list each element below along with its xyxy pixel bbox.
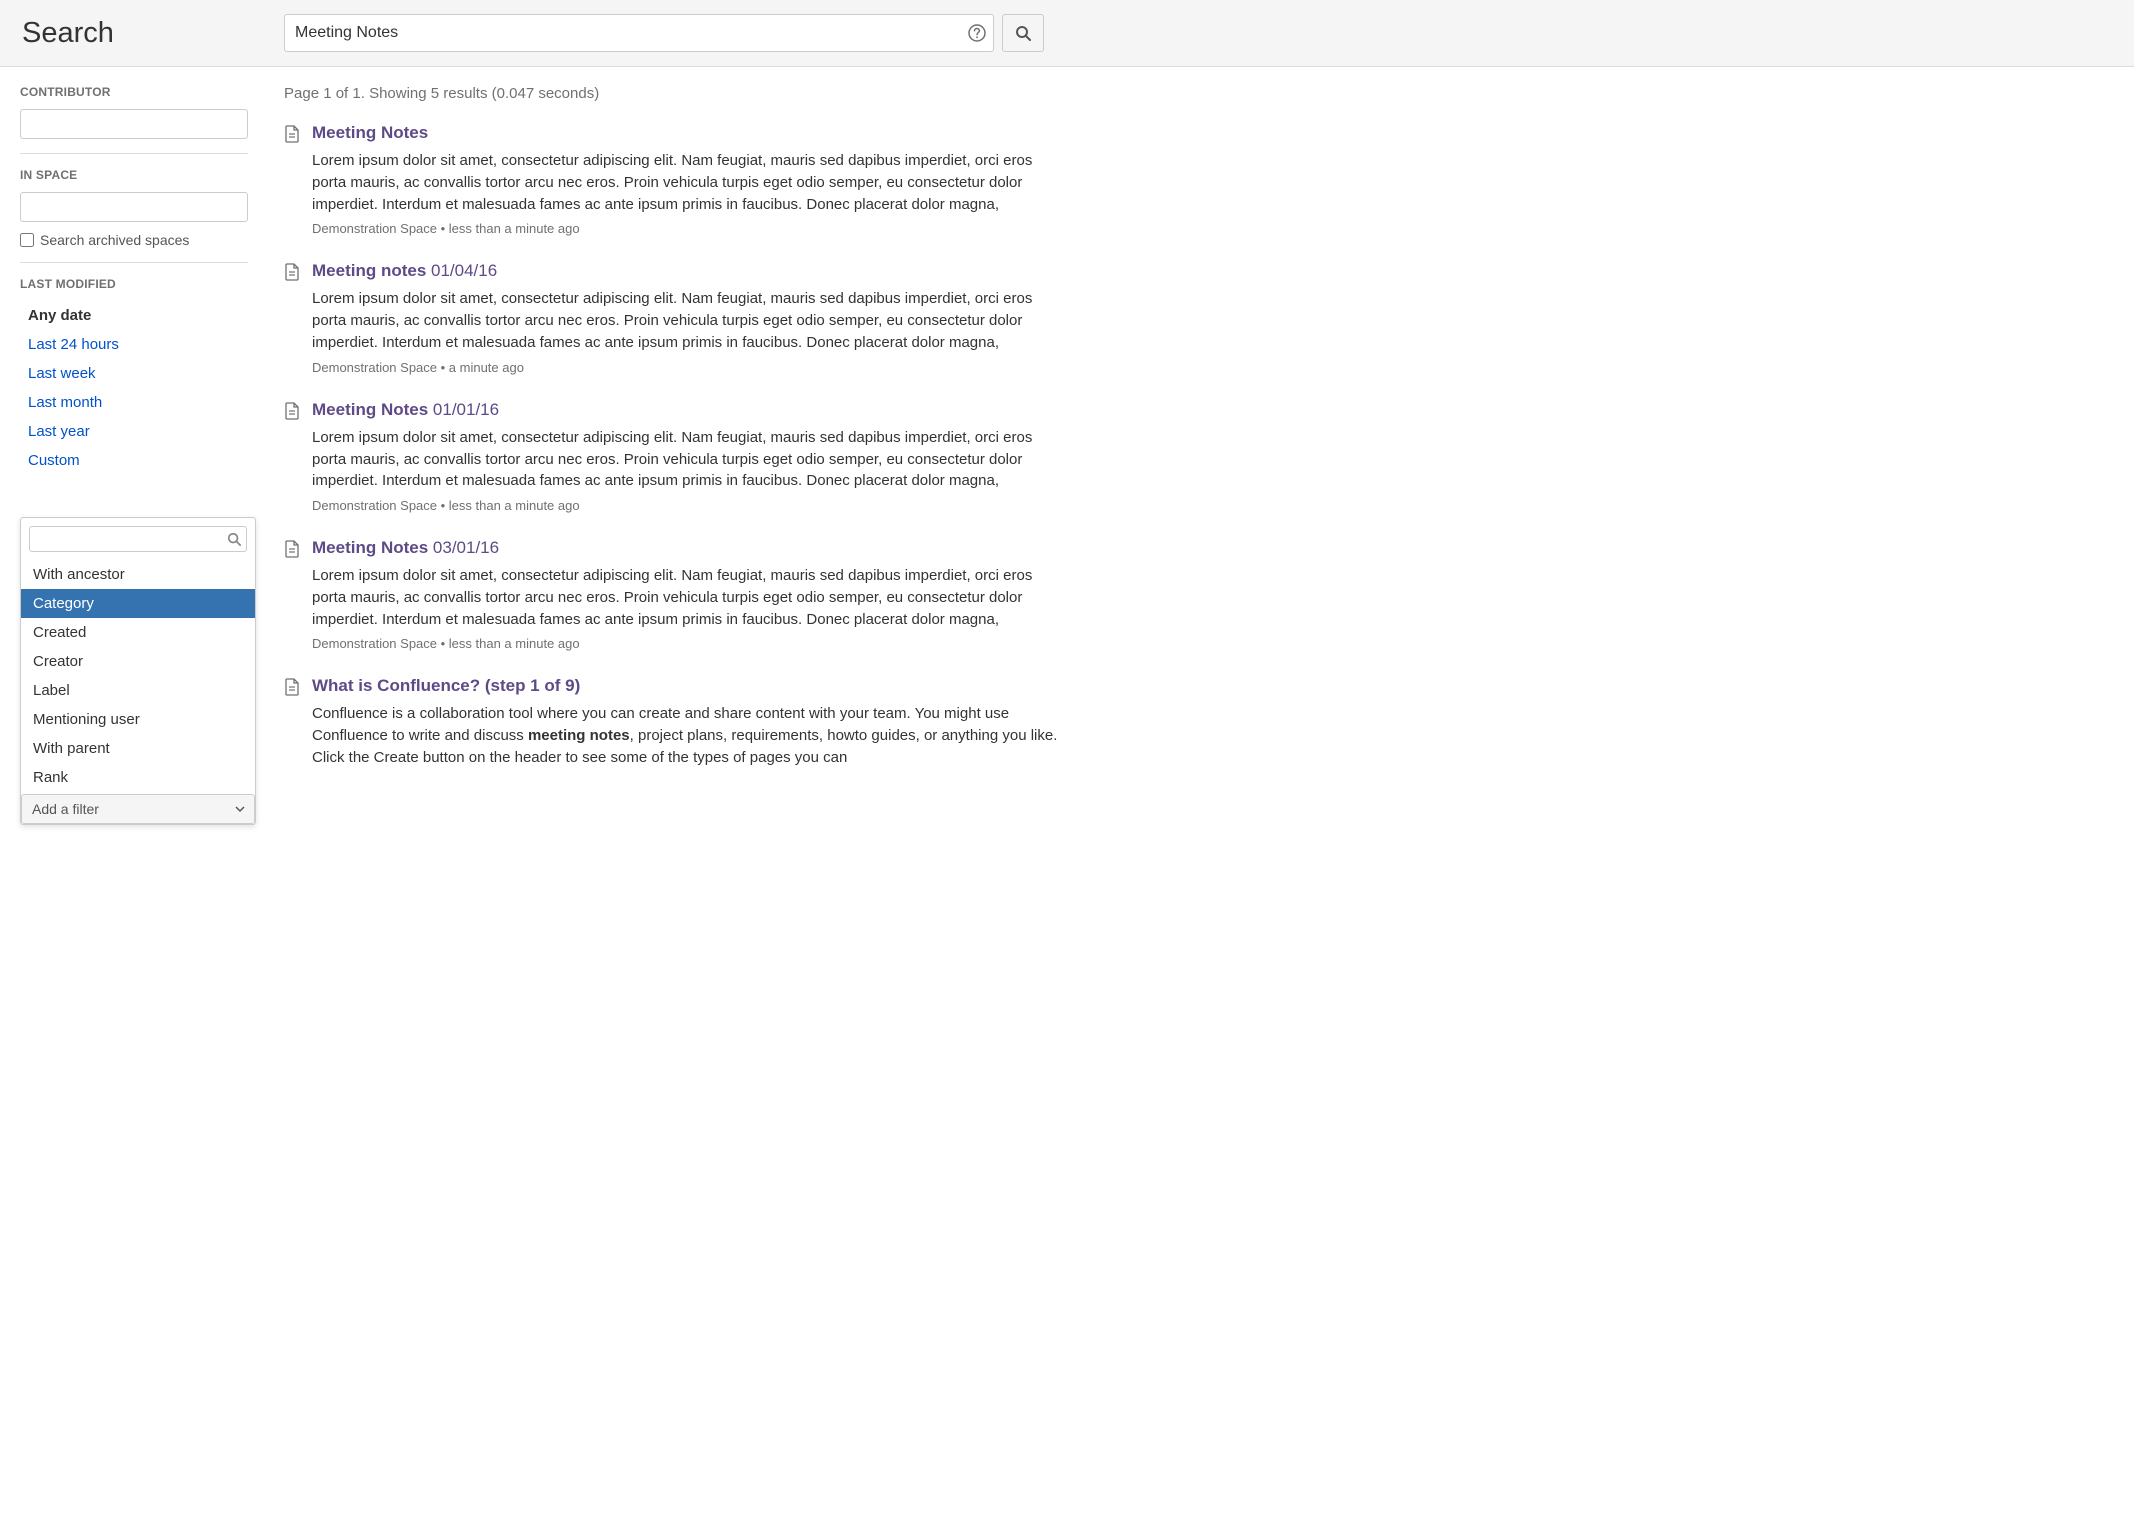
result-title: What is Confluence? (step 1 of 9): [312, 675, 1064, 697]
result-title-link[interactable]: What is Confluence? (step 1 of 9): [312, 676, 580, 695]
result-item: Meeting Notes 03/01/16 Lorem ipsum dolor …: [284, 537, 1064, 651]
result-title: Meeting notes 01/04/16: [312, 260, 1064, 282]
search-input[interactable]: [284, 14, 994, 52]
result-title-link[interactable]: Meeting Notes: [312, 400, 428, 419]
lastmod-item[interactable]: Last week: [20, 359, 248, 388]
result-title-suffix: 03/01/16: [428, 538, 499, 557]
filter-heading-lastmod: Last Modified: [20, 277, 248, 291]
results-list: Meeting Notes Lorem ipsum dolor sit amet,…: [284, 122, 1064, 775]
filter-dropdown-item[interactable]: Rank: [21, 763, 255, 792]
results-meta: Page 1 of 1. Showing 5 results (0.047 se…: [284, 85, 1064, 102]
result-meta: Demonstration Space • less than a minute…: [312, 221, 1064, 236]
result-title-suffix: 01/04/16: [426, 261, 497, 280]
page-icon: [284, 540, 302, 651]
result-meta: Demonstration Space • less than a minute…: [312, 498, 1064, 513]
add-filter-label: Add a filter: [32, 801, 99, 817]
filter-dropdown-list: With ancestorCategoryCreatedCreatorLabel…: [21, 560, 255, 792]
page-icon: [284, 402, 302, 513]
page-title: Search: [20, 17, 284, 50]
filter-dropdown-search-wrap: [21, 518, 255, 560]
add-filter-select[interactable]: Add a filter: [21, 794, 255, 824]
archived-label: Search archived spaces: [40, 232, 189, 248]
filter-dropdown-search[interactable]: [29, 526, 247, 552]
results: Page 1 of 1. Showing 5 results (0.047 se…: [284, 85, 1064, 799]
archived-checkbox[interactable]: [20, 233, 34, 247]
page-icon: [284, 678, 302, 774]
filter-dropdown-item[interactable]: With parent: [21, 734, 255, 763]
result-item: Meeting notes 01/04/16 Lorem ipsum dolor …: [284, 260, 1064, 374]
result-title: Meeting Notes 01/01/16: [312, 399, 1064, 421]
result-item: Meeting Notes 01/01/16 Lorem ipsum dolor …: [284, 399, 1064, 513]
result-title: Meeting Notes: [312, 122, 1064, 144]
filter-dropdown-item[interactable]: Label: [21, 676, 255, 705]
sidebar: Contributor In space Search archived spa…: [20, 85, 248, 799]
filter-heading-contributor: Contributor: [20, 85, 248, 99]
result-content: Meeting Notes 03/01/16 Lorem ipsum dolor …: [312, 537, 1064, 651]
filter-dropdown-item[interactable]: With ancestor: [21, 560, 255, 589]
filter-dropdown-item[interactable]: Mentioning user: [21, 705, 255, 734]
result-content: Meeting notes 01/04/16 Lorem ipsum dolor …: [312, 260, 1064, 374]
filter-dropdown-item[interactable]: Creator: [21, 647, 255, 676]
result-title-suffix: 01/01/16: [428, 400, 499, 419]
search-area: [284, 14, 1044, 52]
filter-lastmod: Last Modified Any dateLast 24 hoursLast …: [20, 277, 248, 479]
lastmod-item[interactable]: Last year: [20, 417, 248, 446]
result-snippet: Lorem ipsum dolor sit amet, consectetur …: [312, 288, 1064, 353]
result-item: Meeting Notes Lorem ipsum dolor sit amet,…: [284, 122, 1064, 236]
filter-dropdown: With ancestorCategoryCreatedCreatorLabel…: [20, 517, 256, 825]
page-icon: [284, 263, 302, 374]
lastmod-item[interactable]: Last month: [20, 388, 248, 417]
filter-contributor: Contributor: [20, 85, 248, 154]
result-meta: Demonstration Space • a minute ago: [312, 360, 1064, 375]
lastmod-item[interactable]: Any date: [20, 301, 248, 330]
lastmod-list: Any dateLast 24 hoursLast weekLast month…: [20, 301, 248, 475]
result-title-link[interactable]: Meeting notes: [312, 261, 426, 280]
search-icon: [1015, 25, 1031, 41]
body: Contributor In space Search archived spa…: [0, 67, 2134, 817]
result-content: What is Confluence? (step 1 of 9) Conflue…: [312, 675, 1064, 774]
inspace-input[interactable]: [20, 192, 248, 222]
result-snippet: Lorem ipsum dolor sit amet, consectetur …: [312, 427, 1064, 492]
search-box: [284, 14, 994, 52]
lastmod-item[interactable]: Last 24 hours: [20, 330, 248, 359]
filter-dropdown-item[interactable]: Category: [21, 589, 255, 618]
result-title-link[interactable]: Meeting Notes: [312, 123, 428, 142]
result-snippet: Lorem ipsum dolor sit amet, consectetur …: [312, 150, 1064, 215]
search-button[interactable]: [1002, 14, 1044, 52]
contributor-input[interactable]: [20, 109, 248, 139]
filter-heading-inspace: In space: [20, 168, 248, 182]
chevron-down-icon: [234, 803, 246, 815]
help-icon[interactable]: [968, 24, 986, 42]
result-content: Meeting Notes 01/01/16 Lorem ipsum dolor …: [312, 399, 1064, 513]
filter-inspace: In space Search archived spaces: [20, 168, 248, 263]
page-icon: [284, 125, 302, 236]
filter-dropdown-item[interactable]: Created: [21, 618, 255, 647]
result-title: Meeting Notes 03/01/16: [312, 537, 1064, 559]
result-snippet: Lorem ipsum dolor sit amet, consectetur …: [312, 565, 1064, 630]
result-content: Meeting Notes Lorem ipsum dolor sit amet,…: [312, 122, 1064, 236]
result-item: What is Confluence? (step 1 of 9) Conflue…: [284, 675, 1064, 774]
result-meta: Demonstration Space • less than a minute…: [312, 636, 1064, 651]
result-title-link[interactable]: Meeting Notes: [312, 538, 428, 557]
top-bar: Search: [0, 0, 2134, 67]
archived-checkbox-row[interactable]: Search archived spaces: [20, 232, 248, 248]
result-snippet: Confluence is a collaboration tool where…: [312, 703, 1064, 768]
lastmod-item[interactable]: Custom: [20, 446, 248, 475]
